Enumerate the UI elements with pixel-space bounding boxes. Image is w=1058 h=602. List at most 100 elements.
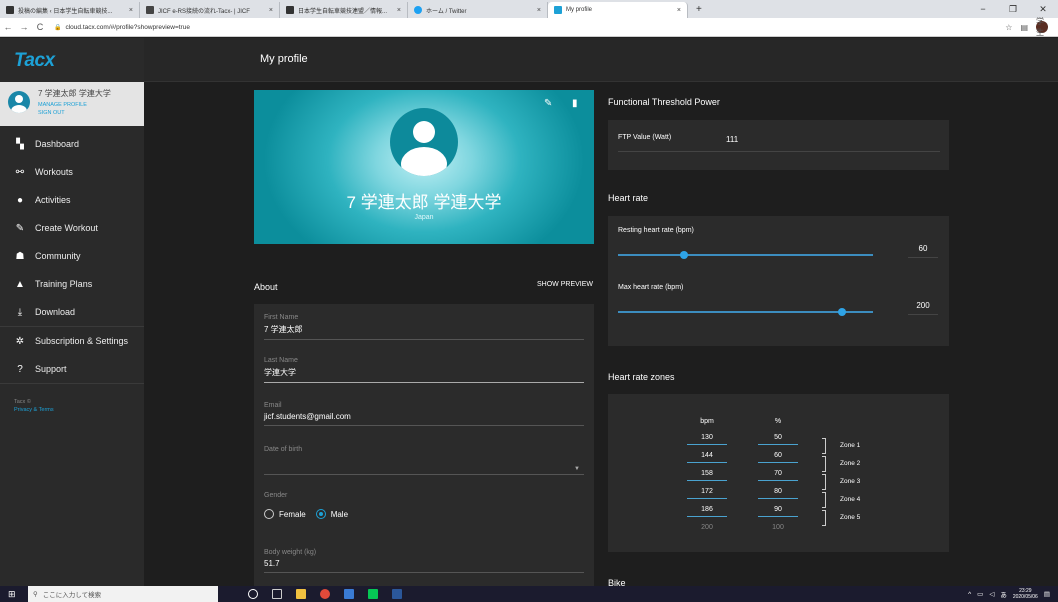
word-icon[interactable] (392, 589, 402, 599)
taskbar-search[interactable]: ⚲ ここに入力して検索 (28, 586, 218, 602)
sidebar-item-support[interactable]: ? Support (0, 355, 144, 383)
browser-tab[interactable]: JICF e-RS接続の流れ-Tacx- | JICF × (140, 2, 280, 18)
file-explorer-icon[interactable] (296, 589, 306, 599)
chevron-down-icon[interactable]: ▼ (574, 466, 580, 472)
windows-start-icon[interactable]: ⊞ (8, 589, 22, 600)
email-field[interactable]: Email jicf.students@gmail.com (264, 402, 584, 426)
max-hr-input[interactable]: 200 (908, 301, 938, 315)
max-hr-slider-handle[interactable] (838, 308, 847, 316)
reload-button[interactable]: C (32, 22, 48, 32)
dashboard-icon: ▚ (16, 138, 24, 150)
zone-percent-input[interactable]: 60 (758, 452, 798, 463)
profile-avatar-icon[interactable] (390, 108, 458, 176)
copyright-text: Tacx © (14, 399, 31, 405)
privacy-terms-link[interactable]: Privacy & Terms (14, 406, 144, 414)
zone-bracket (822, 438, 826, 454)
gender-male-radio[interactable] (315, 509, 326, 519)
browser-tab-active[interactable]: My profile × (548, 2, 688, 18)
date-of-birth-field[interactable]: Date of birth ▼ (264, 446, 584, 475)
ime-indicator[interactable]: あ (1000, 589, 1007, 599)
bike-icon: ⚯ (15, 166, 25, 178)
sidebar-item-create-workout[interactable]: ✎ Create Workout (0, 214, 144, 242)
line-icon[interactable] (368, 589, 378, 599)
zone-bpm-input[interactable]: 172 (687, 488, 727, 499)
sidebar-item-label: Dashboard (35, 139, 80, 149)
sidebar-item-activities[interactable]: ● Activities (0, 186, 144, 214)
zone-percent-input[interactable]: 50 (758, 434, 798, 445)
resting-hr-slider[interactable] (618, 251, 873, 259)
zone-percent-input[interactable]: 70 (758, 470, 798, 481)
back-button[interactable]: ← (0, 22, 16, 32)
new-tab-button[interactable]: + (688, 2, 710, 18)
pencil-icon: ✎ (15, 222, 25, 234)
volume-icon[interactable]: ◁ (989, 590, 994, 598)
zones-percent-header: % (774, 418, 782, 425)
zone-percent-input[interactable]: 80 (758, 488, 798, 499)
zone-bpm-input[interactable]: 144 (687, 452, 727, 463)
url-field[interactable]: 🔒 cloud.tacx.com/#/profile?showpreview=t… (54, 24, 1005, 31)
body-weight-field[interactable]: Body weight (kg) 51.7 (264, 549, 584, 573)
resting-hr-label: Resting heart rate (bpm) (618, 227, 694, 234)
sidebar-item-workouts[interactable]: ⚯ Workouts (0, 158, 144, 186)
zone-bpm-input[interactable]: 186 (687, 506, 727, 517)
browser-tab[interactable]: ホーム / Twitter × (408, 2, 548, 18)
tab-close-icon[interactable]: × (263, 7, 273, 14)
page-title: My profile (260, 53, 308, 65)
last-name-input[interactable]: 学連大学 (264, 367, 584, 383)
tab-close-icon[interactable]: × (671, 7, 681, 14)
date-of-birth-select[interactable] (264, 461, 584, 475)
sidebar-item-download[interactable]: ⤓ Download (0, 298, 144, 326)
body-weight-input[interactable]: 51.7 (264, 559, 584, 573)
taskbar-clock[interactable]: 23:29 2020/05/06 (1013, 588, 1038, 600)
sign-out-link[interactable]: SIGN OUT (38, 110, 111, 116)
tray-chevron-up-icon[interactable]: ^ (968, 591, 971, 598)
edit-cover-pencil-icon[interactable]: ✎ (544, 98, 552, 109)
network-icon[interactable]: ▭ (977, 590, 983, 598)
task-view-icon[interactable] (272, 589, 282, 599)
browser-tab[interactable]: 投稿の編集 ‹ 日本学生自転車競技... × (0, 2, 140, 18)
gender-female-label[interactable]: Female (279, 510, 306, 519)
zone-bracket (822, 474, 826, 490)
gender-male-label[interactable]: Male (331, 510, 348, 519)
zone-bpm-input[interactable]: 158 (687, 470, 727, 481)
user-name: 7 学連太郎 学連大学 (38, 89, 111, 98)
resting-hr-slider-handle[interactable] (680, 251, 689, 259)
bookmark-star-icon[interactable]: ☆ (1005, 23, 1012, 32)
ftp-field[interactable]: FTP Value (Watt) 111 (618, 132, 940, 152)
forward-button[interactable]: → (16, 22, 32, 32)
first-name-field[interactable]: First Name 7 学連太郎 (264, 314, 584, 340)
ftp-label: FTP Value (Watt) (618, 134, 672, 141)
browser-tab[interactable]: 日本学生自転車競技連盟／情報... × (280, 2, 408, 18)
resting-hr-input[interactable]: 60 (908, 244, 938, 258)
sidebar-item-subscription-settings[interactable]: ✲ Subscription & Settings (0, 327, 144, 355)
max-hr-slider[interactable] (618, 308, 873, 316)
tab-title: 日本学生自転車競技連盟／情報... (298, 8, 388, 15)
manage-profile-link[interactable]: MANAGE PROFILE (38, 102, 111, 108)
first-name-input[interactable]: 7 学連太郎 (264, 324, 584, 340)
ftp-input[interactable]: 111 (726, 135, 738, 144)
tacx-logo[interactable]: Tacx (14, 50, 55, 72)
system-tray: ^ ▭ ◁ あ 23:29 2020/05/06 ▤ (968, 588, 1058, 600)
sidebar-item-training-plans[interactable]: ▲ Training Plans (0, 270, 144, 298)
sidebar-item-label: Download (35, 307, 76, 317)
edge-icon[interactable] (344, 589, 354, 599)
tab-close-icon[interactable]: × (123, 7, 133, 14)
last-name-field[interactable]: Last Name 学連大学 (264, 357, 584, 383)
zone-bpm-input[interactable]: 130 (687, 434, 727, 445)
delete-cover-trash-icon[interactable]: ▮ (572, 98, 578, 109)
zone-percent-input[interactable]: 90 (758, 506, 798, 517)
chrome-icon[interactable] (320, 589, 330, 599)
browser-profile-avatar[interactable]: 学生 (1036, 17, 1048, 37)
show-preview-button[interactable]: SHOW PREVIEW (537, 281, 593, 288)
extension-icon[interactable]: ▤ (1020, 23, 1028, 32)
cortana-icon[interactable] (248, 589, 258, 599)
minimize-button[interactable]: − (968, 0, 998, 18)
notification-icon[interactable]: ▤ (1044, 590, 1050, 598)
maximize-button[interactable]: ❐ (998, 0, 1028, 18)
tab-close-icon[interactable]: × (531, 7, 541, 14)
gender-female-radio[interactable] (264, 509, 274, 519)
email-input[interactable]: jicf.students@gmail.com (264, 412, 584, 426)
sidebar-item-community[interactable]: ☗ Community (0, 242, 144, 270)
tab-close-icon[interactable]: × (391, 7, 401, 14)
sidebar-item-dashboard[interactable]: ▚ Dashboard (0, 130, 144, 158)
